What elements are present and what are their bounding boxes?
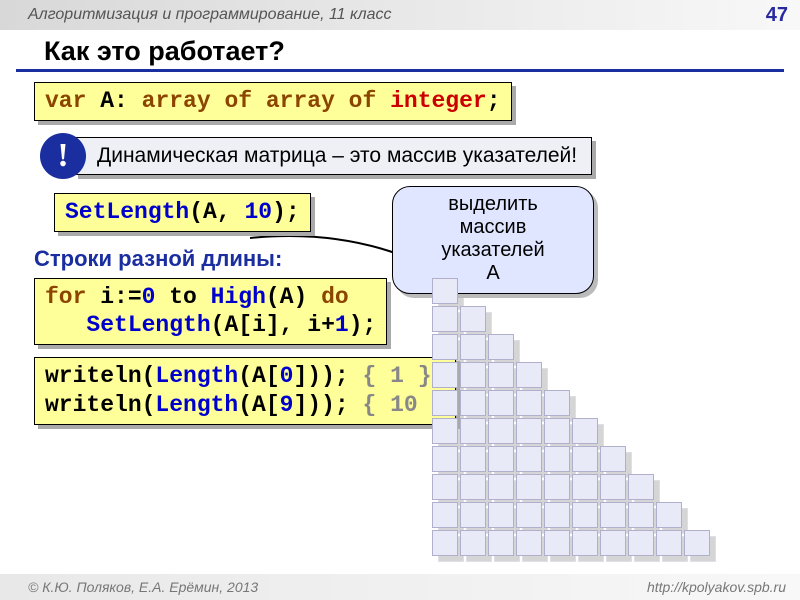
slide-title: Как это работает?: [16, 30, 784, 72]
code-forloop: for i:=0 to High(A) do SetLength(A[i], i…: [34, 278, 387, 346]
slide-footer: © К.Ю. Поляков, Е.А. Ерёмин, 2013 http:/…: [0, 574, 800, 600]
note-row: ! Динамическая матрица – это массив указ…: [40, 133, 800, 179]
footer-url: http://kpolyakov.spb.ru: [647, 579, 786, 595]
code-writeln: writeln(Length(A[0])); { 1 } writeln(Len…: [34, 357, 456, 425]
copyright: © К.Ю. Поляков, Е.А. Ерёмин, 2013: [28, 579, 258, 595]
bubble-line: указателей: [399, 239, 587, 262]
code-declaration: var A: array of array of integer;: [34, 82, 512, 121]
bubble-line: массив: [399, 216, 587, 239]
slide-header: Алгоритмизация и программирование, 11 кл…: [0, 0, 800, 30]
subject-title: Алгоритмизация и программирование, 11 кл…: [28, 6, 392, 24]
stair-grid: [430, 276, 712, 558]
code-setlength: SetLength(A, 10);: [54, 193, 311, 232]
note-text: Динамическая матрица – это массив указат…: [74, 137, 592, 175]
exclamation-icon: !: [40, 133, 86, 179]
bubble-line: выделить: [399, 193, 587, 216]
page-number: 47: [766, 4, 788, 27]
